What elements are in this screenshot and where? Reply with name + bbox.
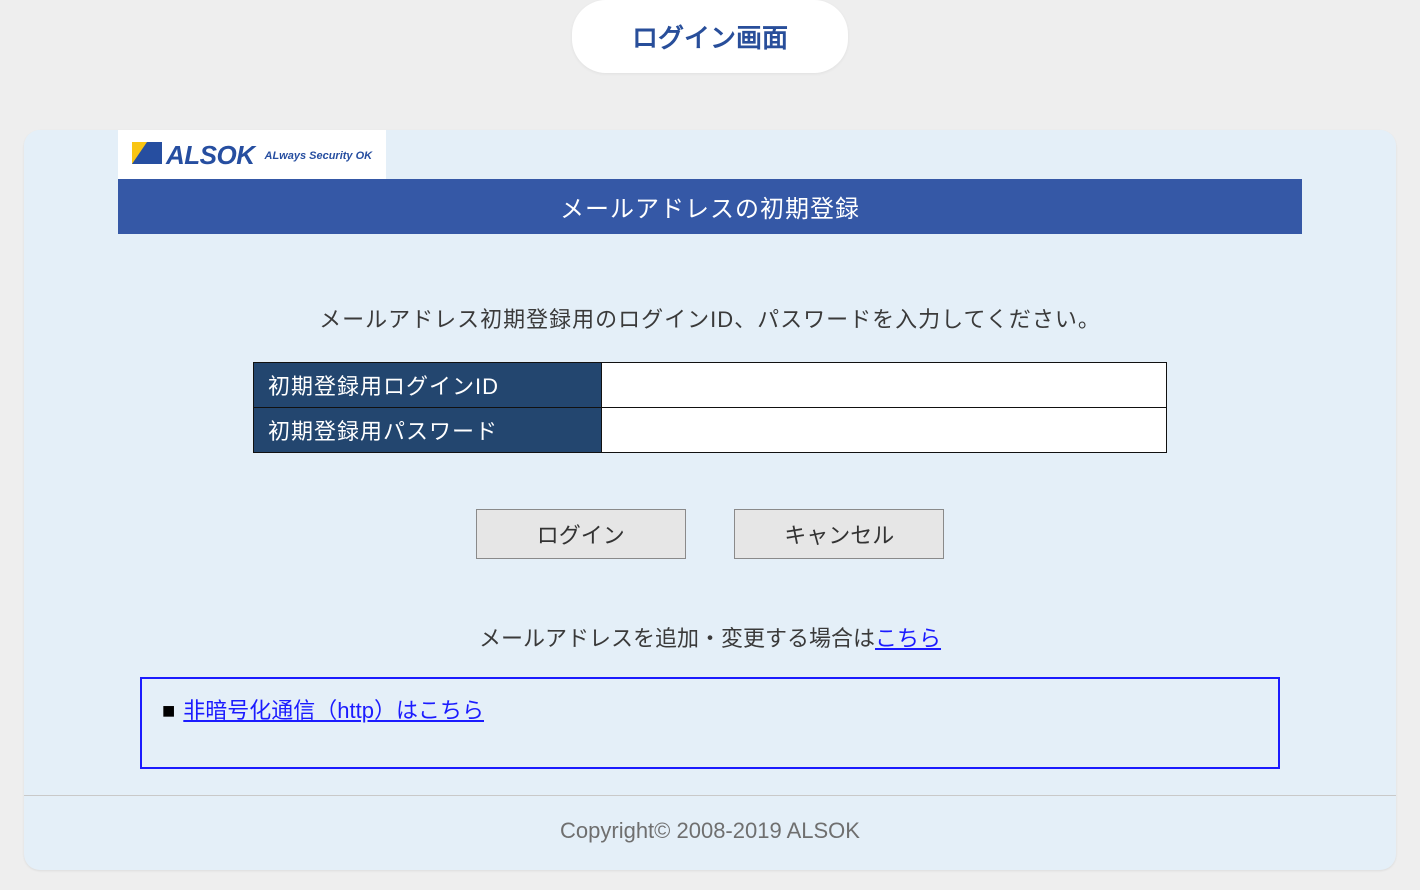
page-title-banner: メールアドレスの初期登録 bbox=[118, 179, 1302, 234]
login-id-label: 初期登録用ログインID bbox=[254, 363, 602, 408]
instruction-text: メールアドレス初期登録用のログインID、パスワードを入力してください。 bbox=[24, 302, 1396, 334]
alsok-logo: ALSOK ALways Security OK bbox=[118, 130, 386, 179]
password-label: 初期登録用パスワード bbox=[254, 408, 602, 453]
tab-login-screen[interactable]: ログイン画面 bbox=[572, 0, 848, 73]
change-email-link[interactable]: こちら bbox=[875, 626, 941, 651]
logo-strip: ALSOK ALways Security OK bbox=[24, 130, 1396, 179]
login-form-table: 初期登録用ログインID 初期登録用パスワード bbox=[253, 362, 1167, 453]
alsok-logo-tagline: ALways Security OK bbox=[265, 150, 373, 162]
alsok-logo-icon bbox=[132, 142, 162, 169]
http-notice-box: ■ 非暗号化通信（http）はこちら bbox=[140, 677, 1280, 769]
change-email-text: メールアドレスを追加・変更する場合は bbox=[479, 626, 875, 651]
change-email-note: メールアドレスを追加・変更する場合はこちら bbox=[24, 621, 1396, 653]
cancel-button[interactable]: キャンセル bbox=[734, 509, 944, 559]
alsok-logo-text: ALSOK bbox=[166, 140, 255, 171]
footer-copyright: Copyright© 2008-2019 ALSOK bbox=[24, 795, 1396, 870]
login-id-input[interactable] bbox=[602, 368, 1166, 403]
square-bullet-icon: ■ bbox=[162, 698, 175, 723]
password-input[interactable] bbox=[602, 413, 1166, 448]
login-card: ALSOK ALways Security OK メールアドレスの初期登録 メー… bbox=[24, 130, 1396, 870]
login-button[interactable]: ログイン bbox=[476, 509, 686, 559]
http-link[interactable]: 非暗号化通信（http）はこちら bbox=[183, 698, 484, 723]
